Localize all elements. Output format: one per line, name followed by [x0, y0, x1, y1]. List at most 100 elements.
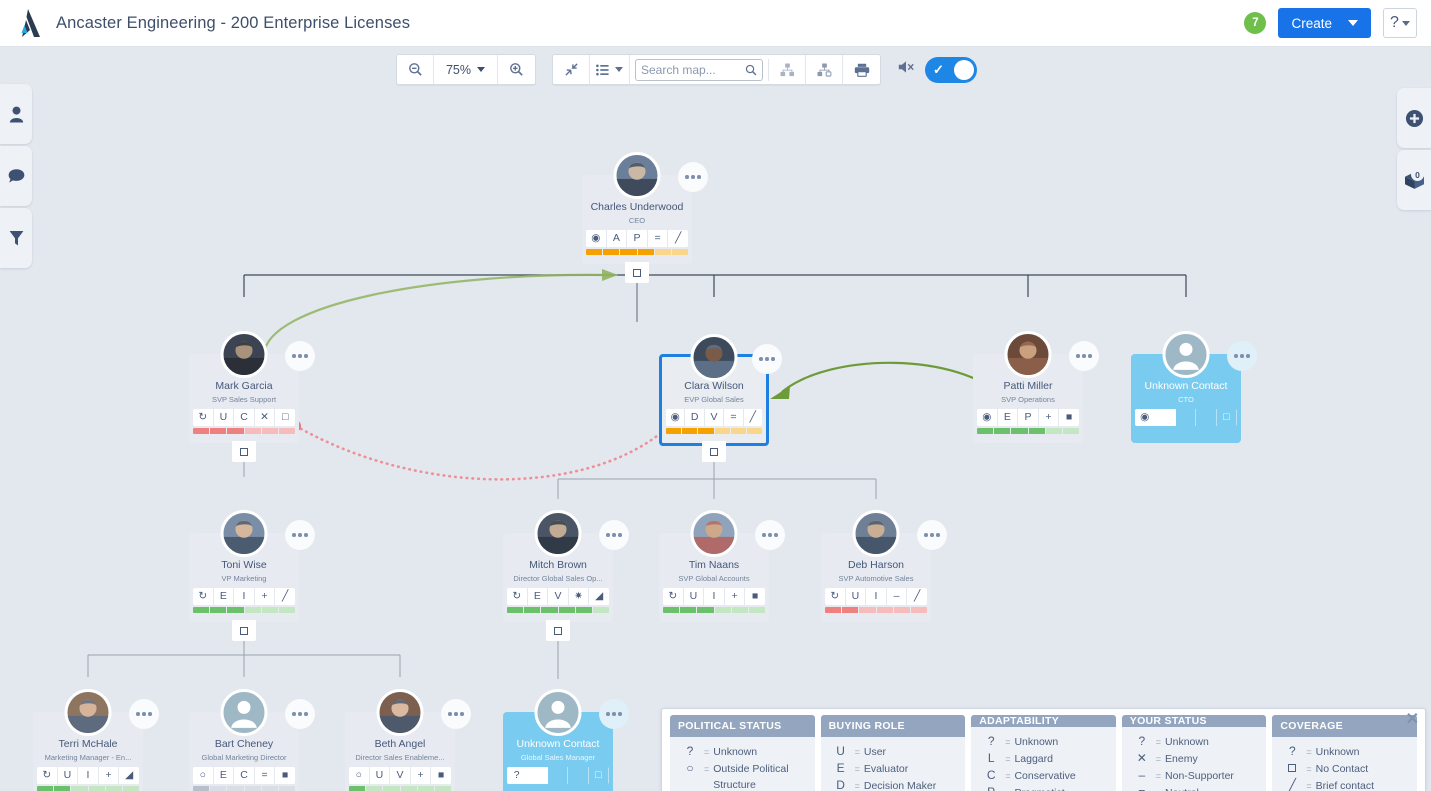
- list-view-button[interactable]: [590, 55, 630, 84]
- print-button[interactable]: [843, 55, 880, 84]
- node-card[interactable]: Tim NaansSVP Global Accounts↻UI+■: [659, 533, 769, 622]
- node-icon-0[interactable]: ?: [507, 767, 527, 784]
- node-icon-4[interactable]: ◢: [589, 588, 609, 605]
- org-chart-canvas[interactable]: Charles UnderwoodCEO◉AP=╱ Mark GarciaSVP …: [0, 47, 1431, 791]
- node-icon-2[interactable]: C: [234, 767, 255, 784]
- node-icon-2[interactable]: I: [78, 767, 99, 784]
- avatar[interactable]: [853, 510, 900, 557]
- node-icon-4[interactable]: ■: [431, 767, 451, 784]
- node-icon-1[interactable]: D: [685, 409, 704, 426]
- node-icon-2[interactable]: P: [627, 230, 648, 247]
- rail-item-contacts[interactable]: [0, 84, 32, 144]
- node-card[interactable]: Unknown ContactCTO◉□: [1131, 354, 1241, 443]
- node-icon-3[interactable]: +: [411, 767, 432, 784]
- node-card[interactable]: Clara WilsonEVP Global Sales◉DV=╱: [659, 354, 769, 446]
- node-icon-0[interactable]: ↻: [37, 767, 58, 784]
- node-icon-0[interactable]: ◉: [1135, 409, 1155, 426]
- node-icon-1[interactable]: [1155, 409, 1175, 426]
- node-icon-3[interactable]: [568, 767, 588, 784]
- node-card[interactable]: Patti MillerSVP Operations◉EP+■: [973, 354, 1083, 443]
- node-icon-1[interactable]: U: [370, 767, 391, 784]
- node-card[interactable]: Charles UnderwoodCEO◉AP=╱: [582, 175, 692, 264]
- rail-item-add[interactable]: [1397, 88, 1431, 148]
- node-icon-0[interactable]: ○: [193, 767, 214, 784]
- node-icon-1[interactable]: U: [214, 409, 235, 426]
- avatar[interactable]: [535, 510, 582, 557]
- node-icon-2[interactable]: V: [390, 767, 411, 784]
- node-menu-button[interactable]: [441, 699, 471, 729]
- org-node-mitch[interactable]: Mitch BrownDirector Global Sales Op...↻E…: [503, 533, 613, 622]
- node-icon-4[interactable]: □: [1217, 409, 1237, 426]
- node-icon-1[interactable]: E: [998, 409, 1019, 426]
- node-expander-button[interactable]: [232, 620, 256, 641]
- node-icon-3[interactable]: =: [724, 409, 743, 426]
- node-icon-4[interactable]: ■: [275, 767, 295, 784]
- org-node-gsm[interactable]: Unknown ContactGlobal Sales Manager?□: [503, 712, 613, 791]
- node-icon-1[interactable]: U: [684, 588, 705, 605]
- search-input[interactable]: [635, 59, 763, 81]
- node-menu-button[interactable]: [752, 344, 782, 374]
- avatar[interactable]: [1163, 331, 1210, 378]
- node-icon-0[interactable]: ↻: [193, 409, 214, 426]
- node-card[interactable]: Terri McHaleMarketing Manager - En...↻UI…: [33, 712, 143, 791]
- node-card[interactable]: Beth AngelDirector Sales Enableme...○UV+…: [345, 712, 455, 791]
- rearrange-org-button[interactable]: [806, 55, 843, 84]
- help-button[interactable]: ?: [1383, 8, 1417, 38]
- org-node-toni[interactable]: Toni WiseVP Marketing↻EI+╱: [189, 533, 299, 622]
- node-icon-4[interactable]: ╱: [275, 588, 295, 605]
- org-node-beth[interactable]: Beth AngelDirector Sales Enableme...○UV+…: [345, 712, 455, 791]
- map-visibility-toggle[interactable]: ✓: [925, 57, 977, 83]
- fit-to-screen-button[interactable]: [553, 55, 590, 84]
- node-icon-4[interactable]: ╱: [907, 588, 927, 605]
- org-node-clara[interactable]: Clara WilsonEVP Global Sales◉DV=╱: [659, 354, 769, 446]
- node-menu-button[interactable]: [1069, 341, 1099, 371]
- node-icon-2[interactable]: I: [866, 588, 887, 605]
- org-node-patti[interactable]: Patti MillerSVP Operations◉EP+■: [973, 354, 1083, 443]
- node-icon-1[interactable]: A: [607, 230, 628, 247]
- node-card[interactable]: Mitch BrownDirector Global Sales Op...↻E…: [503, 533, 613, 622]
- node-card[interactable]: Toni WiseVP Marketing↻EI+╱: [189, 533, 299, 622]
- node-card[interactable]: Mark GarciaSVP Sales Support↻UC✕□: [189, 354, 299, 443]
- node-icon-2[interactable]: V: [548, 588, 569, 605]
- rail-item-filter[interactable]: [0, 208, 32, 268]
- node-icon-1[interactable]: U: [58, 767, 79, 784]
- rail-item-packages[interactable]: 0: [1397, 150, 1431, 210]
- node-card[interactable]: Unknown ContactGlobal Sales Manager?□: [503, 712, 613, 791]
- node-menu-button[interactable]: [755, 520, 785, 550]
- org-node-mark[interactable]: Mark GarciaSVP Sales Support↻UC✕□: [189, 354, 299, 443]
- node-menu-button[interactable]: [917, 520, 947, 550]
- node-menu-button[interactable]: [678, 162, 708, 192]
- node-icon-3[interactable]: ✷: [569, 588, 590, 605]
- org-node-cto[interactable]: Unknown ContactCTO◉□: [1131, 354, 1241, 443]
- layout-org-button[interactable]: [769, 55, 806, 84]
- org-node-charles[interactable]: Charles UnderwoodCEO◉AP=╱: [582, 175, 692, 264]
- org-node-tim[interactable]: Tim NaansSVP Global Accounts↻UI+■: [659, 533, 769, 622]
- node-icon-3[interactable]: –: [887, 588, 908, 605]
- node-icon-3[interactable]: =: [255, 767, 276, 784]
- node-icon-2[interactable]: P: [1018, 409, 1039, 426]
- close-icon[interactable]: ✕: [1406, 711, 1419, 729]
- avatar[interactable]: [377, 689, 424, 736]
- node-menu-button[interactable]: [599, 699, 629, 729]
- node-icon-0[interactable]: ↻: [507, 588, 528, 605]
- node-icon-3[interactable]: +: [725, 588, 746, 605]
- node-icon-2[interactable]: [1176, 409, 1196, 426]
- node-icon-0[interactable]: ↻: [825, 588, 846, 605]
- avatar[interactable]: [1005, 331, 1052, 378]
- mute-icon[interactable]: [897, 59, 915, 80]
- node-icon-1[interactable]: [527, 767, 547, 784]
- node-icon-3[interactable]: =: [648, 230, 669, 247]
- node-icon-4[interactable]: ■: [1059, 409, 1079, 426]
- zoom-in-button[interactable]: [498, 55, 535, 84]
- avatar[interactable]: [535, 689, 582, 736]
- node-menu-button[interactable]: [285, 520, 315, 550]
- avatar[interactable]: [221, 510, 268, 557]
- node-icon-1[interactable]: E: [214, 588, 235, 605]
- node-card[interactable]: Deb HarsonSVP Automotive Sales↻UI–╱: [821, 533, 931, 622]
- node-menu-button[interactable]: [1227, 341, 1257, 371]
- node-icon-3[interactable]: +: [1039, 409, 1060, 426]
- node-icon-1[interactable]: E: [528, 588, 549, 605]
- node-icon-4[interactable]: ╱: [668, 230, 688, 247]
- node-icon-2[interactable]: I: [704, 588, 725, 605]
- node-expander-button[interactable]: [702, 441, 726, 462]
